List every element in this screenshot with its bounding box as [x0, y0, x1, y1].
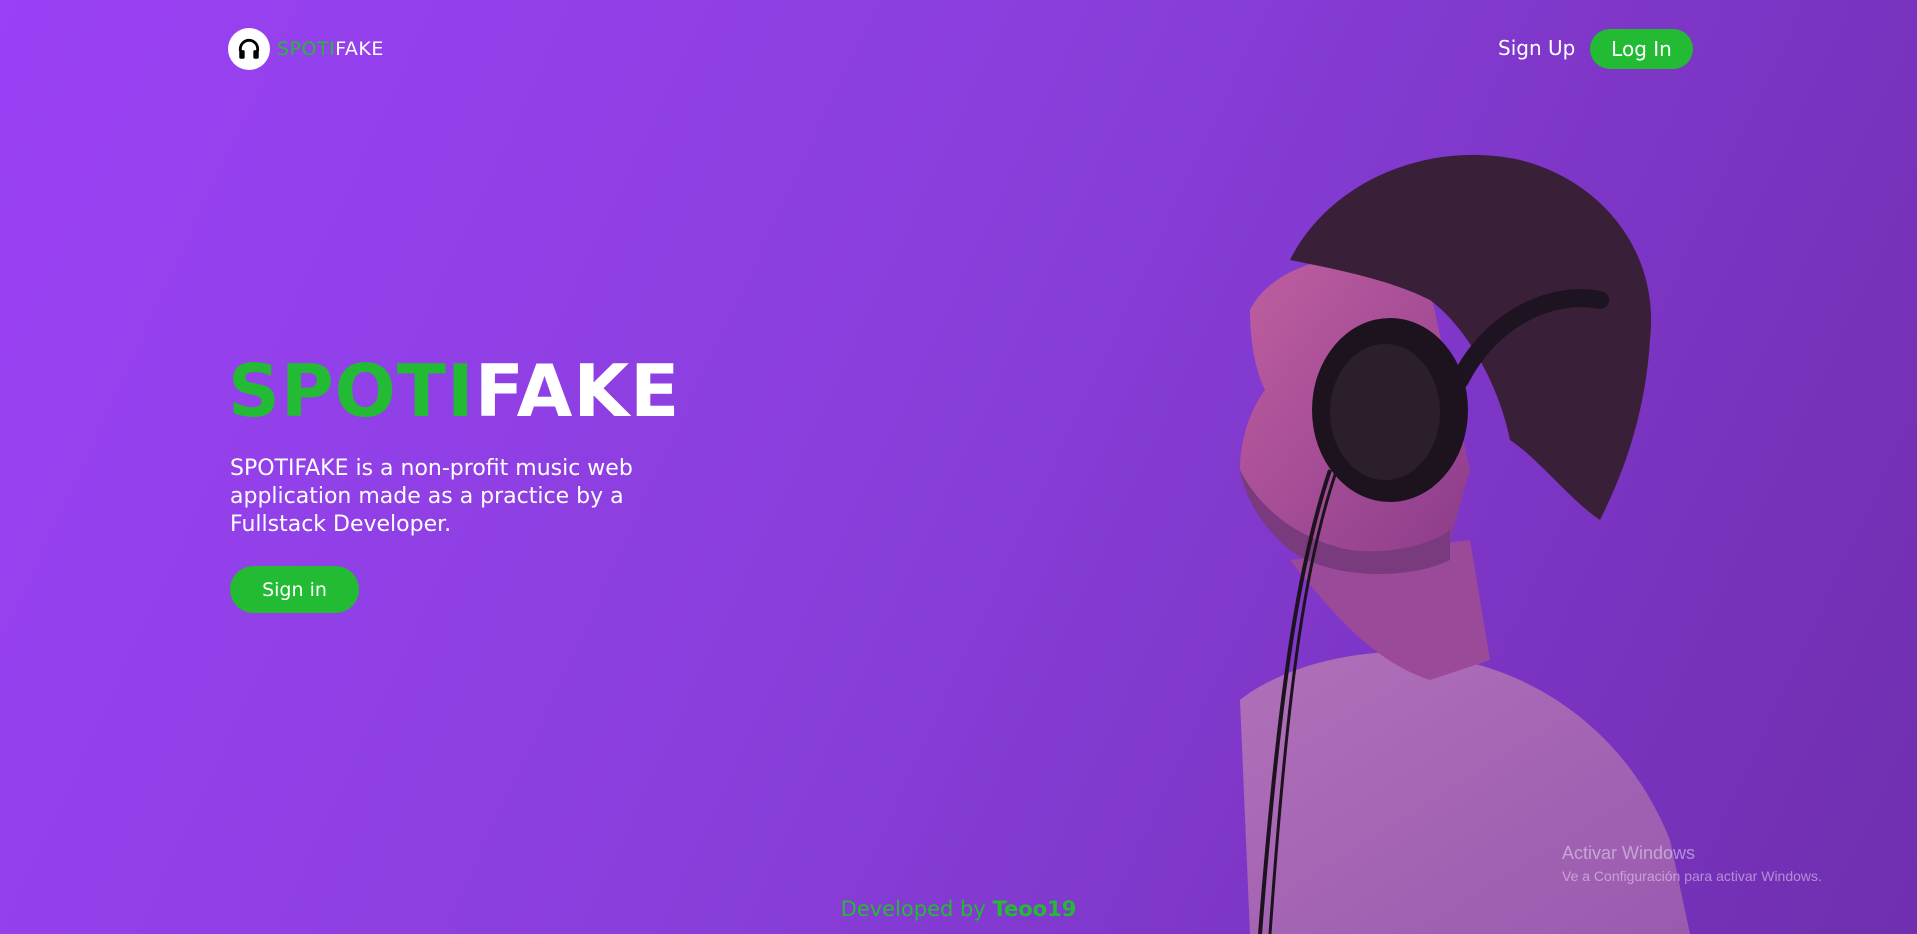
- hero-title-part1: SPOTI: [228, 349, 475, 433]
- headphones-icon: [238, 38, 260, 59]
- windows-activation-watermark: Activar Windows Ve a Configuración para …: [1562, 843, 1822, 884]
- top-navbar: SPOTIFAKE Sign Up Log In: [0, 0, 1917, 100]
- signup-link[interactable]: Sign Up: [1498, 36, 1575, 60]
- login-button[interactable]: Log In: [1590, 29, 1693, 69]
- hero-photo-man-with-headphones: [1240, 154, 1690, 934]
- brand-name-part1: SPOTI: [277, 38, 336, 60]
- hero-title: SPOTIFAKE: [228, 348, 680, 434]
- footer-author-link[interactable]: Teoo19: [992, 897, 1076, 921]
- brand-name: SPOTIFAKE: [277, 38, 384, 60]
- sign-in-button[interactable]: Sign in: [230, 566, 359, 613]
- watermark-title: Activar Windows: [1562, 843, 1696, 863]
- hero-description: SPOTIFAKE is a non-profit music web appl…: [230, 456, 633, 537]
- hero-title-part2: FAKE: [474, 349, 681, 433]
- footer-credit: Developed by Teoo19: [0, 897, 1917, 921]
- brand-logo[interactable]: SPOTIFAKE: [228, 28, 384, 70]
- logo-circle: [228, 28, 270, 70]
- brand-name-part2: FAKE: [335, 38, 384, 60]
- footer-prefix: Developed by: [840, 897, 993, 921]
- watermark-subtitle: Ve a Configuración para activar Windows.: [1562, 868, 1822, 884]
